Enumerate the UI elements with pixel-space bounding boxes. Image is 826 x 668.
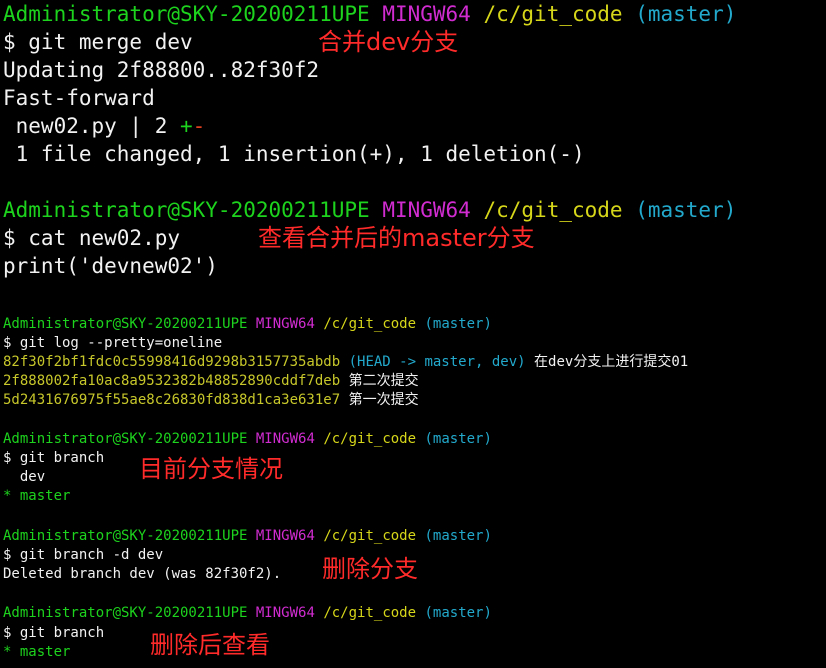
log-line: 5d2431676975f55ae8c26830fd838d1ca3e631e7… bbox=[3, 391, 419, 410]
prompt-mingw: MINGW64 bbox=[255, 316, 315, 332]
commit-hash: 2f888002fa10ac8a9532382b48852890cddf7deb bbox=[3, 373, 341, 389]
log-line: 82f30f2bf1fdc0c55998416d9298b3157735abdb… bbox=[3, 353, 688, 372]
commit-hash: 5d2431676975f55ae8c26830fd838d1ca3e631e7 bbox=[3, 392, 341, 408]
diff-stat-file: new02.py | 2 bbox=[3, 114, 181, 138]
prompt-user-host: Administrator@SKY-20200211UPE bbox=[3, 528, 248, 544]
prompt-user-host: Administrator@SKY-20200211UPE bbox=[3, 605, 248, 621]
commit-hash: 82f30f2bf1fdc0c55998416d9298b3157735abdb bbox=[3, 354, 341, 370]
prompt-branch: (master) bbox=[424, 605, 492, 621]
prompt-line: Administrator@SKY-20200211UPE MINGW64 /c… bbox=[3, 196, 736, 224]
prompt-user-host: Administrator@SKY-20200211UPE bbox=[3, 198, 370, 222]
prompt-user-host: Administrator@SKY-20200211UPE bbox=[3, 431, 248, 447]
diff-plus: + bbox=[180, 114, 193, 138]
command-line: $ git log --pretty=oneline bbox=[3, 335, 223, 351]
prompt-branch: (master) bbox=[424, 528, 492, 544]
command-line: $ git branch bbox=[3, 625, 105, 641]
commit-message: 第一次提交 bbox=[348, 392, 419, 408]
log-line: 2f888002fa10ac8a9532382b48852890cddf7deb… bbox=[3, 372, 419, 391]
commit-message: 第二次提交 bbox=[348, 373, 419, 389]
prompt-user-host: Administrator@SKY-20200211UPE bbox=[3, 316, 248, 332]
branch-item-dev: dev bbox=[3, 469, 46, 485]
output-line: Deleted branch dev (was 82f30f2). bbox=[3, 566, 282, 582]
prompt-path: /c/git_code bbox=[323, 316, 417, 332]
annotation-branch-status: 目前分支情况 bbox=[139, 455, 283, 483]
diff-minus: - bbox=[192, 114, 206, 138]
prompt-path: /c/git_code bbox=[483, 198, 623, 222]
command-line: $ git branch -d dev bbox=[3, 547, 164, 563]
prompt-path: /c/git_code bbox=[323, 528, 417, 544]
prompt-line: Administrator@SKY-20200211UPE MINGW64 /c… bbox=[3, 604, 492, 623]
prompt-branch: (master) bbox=[635, 198, 737, 222]
prompt-line: Administrator@SKY-20200211UPE MINGW64 /c… bbox=[3, 527, 492, 546]
prompt-mingw: MINGW64 bbox=[255, 605, 315, 621]
prompt-user-host: Administrator@SKY-20200211UPE bbox=[3, 2, 370, 26]
prompt-mingw: MINGW64 bbox=[255, 528, 315, 544]
annotation-after-delete: 删除后查看 bbox=[150, 631, 270, 659]
command-line: $ git branch bbox=[3, 450, 105, 466]
command-line: $ git merge dev bbox=[3, 30, 193, 54]
prompt-line: Administrator@SKY-20200211UPE MINGW64 /c… bbox=[3, 315, 492, 334]
terminal-window[interactable]: Administrator@SKY-20200211UPE MINGW64 /c… bbox=[0, 0, 826, 668]
command-line: $ cat new02.py bbox=[3, 226, 181, 250]
prompt-mingw: MINGW64 bbox=[382, 198, 471, 222]
diff-stat-line: new02.py | 2 +- bbox=[3, 112, 206, 140]
output-line: Updating 2f88800..82f30f2 bbox=[3, 58, 320, 82]
branch-item-master: * master bbox=[3, 644, 71, 660]
output-line: print('devnew02') bbox=[3, 254, 218, 278]
prompt-mingw: MINGW64 bbox=[382, 2, 471, 26]
commit-message: 在dev分支上进行提交01 bbox=[534, 354, 689, 370]
prompt-branch: (master) bbox=[424, 431, 492, 447]
prompt-branch: (master) bbox=[424, 316, 492, 332]
prompt-path: /c/git_code bbox=[323, 431, 417, 447]
annotation-cat: 查看合并后的master分支 bbox=[258, 224, 535, 252]
prompt-line: Administrator@SKY-20200211UPE MINGW64 /c… bbox=[3, 430, 492, 449]
output-line: Fast-forward bbox=[3, 86, 155, 110]
prompt-line: Administrator@SKY-20200211UPE MINGW64 /c… bbox=[3, 0, 736, 28]
commit-refs: (HEAD -> master, dev) bbox=[348, 354, 526, 370]
prompt-branch: (master) bbox=[635, 2, 737, 26]
prompt-path: /c/git_code bbox=[323, 605, 417, 621]
prompt-path: /c/git_code bbox=[483, 2, 623, 26]
branch-item-master: * master bbox=[3, 488, 71, 504]
output-line: 1 file changed, 1 insertion(+), 1 deleti… bbox=[3, 142, 585, 166]
annotation-merge: 合并dev分支 bbox=[318, 28, 459, 56]
annotation-delete: 删除分支 bbox=[322, 555, 418, 583]
prompt-mingw: MINGW64 bbox=[255, 431, 315, 447]
